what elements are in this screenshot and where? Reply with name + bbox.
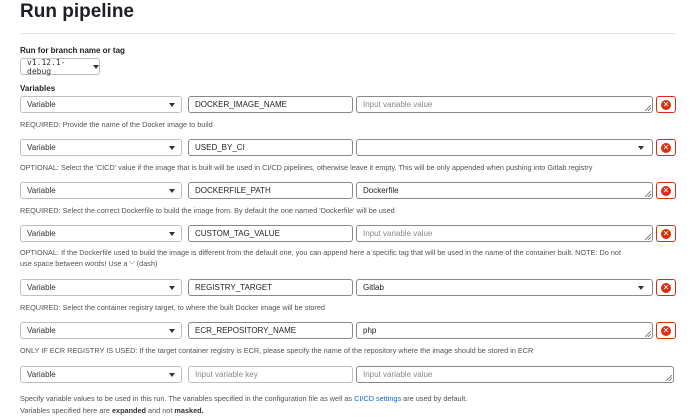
remove-icon: ✕: [661, 185, 671, 196]
footer-emphasis: masked.: [174, 406, 204, 415]
variable-key-input[interactable]: DOCKERFILE_PATH: [188, 182, 353, 199]
footer-emphasis: expanded: [111, 406, 147, 415]
variable-help-text: REQUIRED: Provide the name of the Docker…: [20, 120, 213, 129]
variable-help-line: use space between words! Use a '-' (dash…: [20, 259, 158, 268]
page-title: Run pipeline: [20, 1, 134, 22]
footer-note-1: Specify variable values to be used in th…: [20, 394, 467, 403]
value-placeholder: Input variable value: [363, 229, 433, 238]
variable-type-value: Variable: [27, 143, 56, 152]
remove-variable-button[interactable]: ✕: [656, 139, 676, 156]
chevron-down-icon: [169, 373, 175, 377]
footer-text: Specify variable values to be used in th…: [20, 394, 355, 403]
variable-value-input[interactable]: Input variable value: [356, 96, 653, 113]
variable-key-input[interactable]: CUSTOM_TAG_VALUE: [188, 225, 353, 242]
chevron-down-icon: [169, 146, 175, 150]
value-placeholder: Input variable value: [363, 370, 433, 379]
variable-value-select[interactable]: [356, 139, 653, 156]
variable-value-input[interactable]: php: [356, 322, 653, 339]
resize-handle-icon[interactable]: [645, 191, 651, 197]
value-placeholder: Input variable value: [363, 100, 433, 109]
variable-key-input[interactable]: ECR_REPOSITORY_NAME: [188, 322, 353, 339]
variable-key-input[interactable]: Input variable key: [188, 366, 353, 383]
variable-row: Variable ECR_REPOSITORY_NAME php ✕: [20, 322, 680, 339]
remove-icon: ✕: [661, 142, 671, 153]
chevron-down-icon: [169, 286, 175, 290]
variable-help-text: REQUIRED: Select the container registry …: [20, 303, 325, 312]
variable-value-select[interactable]: Gitlab: [356, 279, 653, 296]
variable-type-select[interactable]: Variable: [20, 139, 182, 156]
branch-dropdown[interactable]: v1.12.1-debug: [20, 57, 100, 76]
variable-row: Variable Input variable key Input variab…: [20, 366, 680, 383]
branch-label: Run for branch name or tag: [20, 46, 125, 55]
variable-type-value: Variable: [27, 186, 56, 195]
variable-type-select[interactable]: Variable: [20, 96, 182, 113]
value-text: Dockerfile: [363, 186, 399, 195]
remove-icon: ✕: [661, 99, 671, 110]
variable-row: Variable DOCKER_IMAGE_NAME Input variabl…: [20, 96, 680, 113]
variable-type-select[interactable]: Variable: [20, 182, 182, 199]
remove-variable-button[interactable]: ✕: [656, 96, 676, 113]
variable-type-select[interactable]: Variable: [20, 322, 182, 339]
resize-handle-icon[interactable]: [645, 331, 651, 337]
variable-help-text: REQUIRED: Select the correct Dockerfile …: [20, 206, 395, 215]
value-selected: Gitlab: [363, 283, 384, 292]
variable-value-input[interactable]: Input variable value: [356, 366, 674, 383]
variable-help-text: OPTIONAL: Select the 'CICD' value if the…: [20, 163, 593, 172]
chevron-down-icon: [169, 232, 175, 236]
remove-variable-button[interactable]: ✕: [656, 225, 676, 242]
resize-handle-icon[interactable]: [645, 105, 651, 111]
footer-text: Variables specified here are: [20, 406, 112, 415]
variable-row: Variable CUSTOM_TAG_VALUE Input variable…: [20, 225, 680, 242]
variable-type-select[interactable]: Variable: [20, 366, 182, 383]
remove-icon: ✕: [661, 228, 671, 239]
variable-value-input[interactable]: Dockerfile: [356, 182, 653, 199]
remove-icon: ✕: [661, 282, 671, 293]
branch-value: v1.12.1-debug: [27, 57, 66, 76]
variable-key-input[interactable]: DOCKER_IMAGE_NAME: [188, 96, 353, 113]
remove-variable-button[interactable]: ✕: [656, 279, 676, 296]
footer-note-2: Variables specified here are expanded an…: [20, 406, 204, 415]
variables-label: Variables: [20, 84, 56, 93]
variable-type-value: Variable: [27, 229, 56, 238]
remove-variable-button[interactable]: ✕: [656, 182, 676, 199]
value-text: php: [363, 326, 377, 335]
variable-row: Variable DOCKERFILE_PATH Dockerfile ✕: [20, 182, 680, 199]
chevron-down-icon: [93, 64, 99, 69]
footer-text: and not: [146, 406, 175, 415]
chevron-down-icon: [169, 189, 175, 193]
variable-row: Variable USED_BY_CI ✕: [20, 139, 680, 156]
variable-type-value: Variable: [27, 100, 56, 109]
footer-text: are used by default.: [401, 394, 468, 403]
variable-type-value: Variable: [27, 283, 56, 292]
chevron-down-icon: [638, 146, 644, 150]
variable-key-input[interactable]: USED_BY_CI: [188, 139, 353, 156]
cicd-settings-link[interactable]: CI/CD settings: [354, 394, 401, 403]
variable-type-value: Variable: [27, 326, 56, 335]
variable-help-text: ONLY IF ECR REGISTRY IS USED: If the tar…: [20, 346, 534, 355]
variable-value-input[interactable]: Input variable value: [356, 225, 653, 242]
variable-type-value: Variable: [27, 370, 56, 379]
chevron-down-icon: [169, 103, 175, 107]
variable-row: Variable REGISTRY_TARGET Gitlab ✕: [20, 279, 680, 296]
chevron-down-icon: [169, 329, 175, 333]
title-divider: [20, 33, 676, 34]
variable-help-text: OPTIONAL: If the Dockerfile used to buil…: [20, 247, 680, 269]
resize-handle-icon[interactable]: [666, 375, 672, 381]
resize-handle-icon[interactable]: [645, 234, 651, 240]
variable-type-select[interactable]: Variable: [20, 279, 182, 296]
chevron-down-icon: [638, 286, 644, 290]
variable-key-input[interactable]: REGISTRY_TARGET: [188, 279, 353, 296]
variable-help-line: OPTIONAL: If the Dockerfile used to buil…: [20, 248, 621, 257]
remove-variable-button[interactable]: ✕: [656, 322, 676, 339]
variable-type-select[interactable]: Variable: [20, 225, 182, 242]
remove-icon: ✕: [661, 325, 671, 336]
